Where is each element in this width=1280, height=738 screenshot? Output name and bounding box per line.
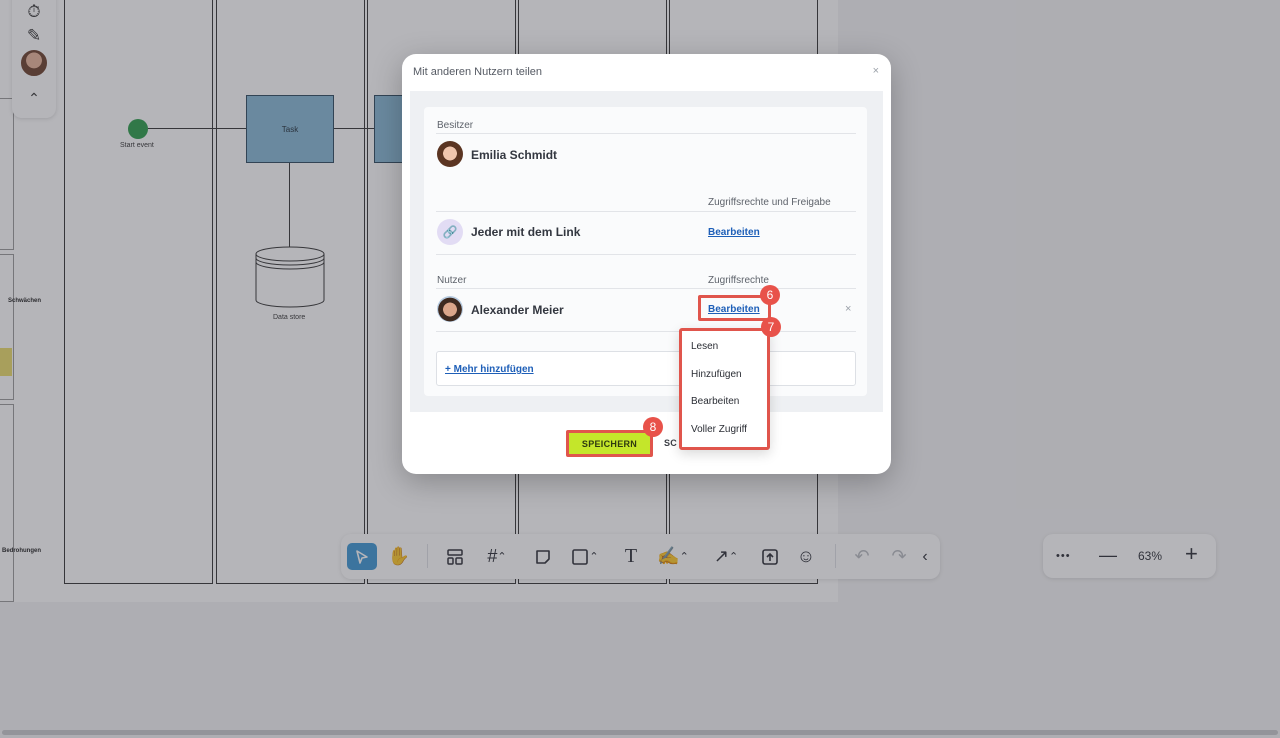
share-card: Besitzer Emilia Schmidt Zugriffsrechte u… bbox=[424, 107, 867, 396]
owner-name: Emilia Schmidt bbox=[471, 148, 558, 162]
share-dialog: Mit anderen Nutzern teilen × Besitzer Em… bbox=[402, 54, 891, 474]
link-access-label: Jeder mit dem Link bbox=[471, 225, 581, 239]
divider bbox=[436, 331, 856, 332]
user-avatar bbox=[437, 296, 463, 322]
access-header: Zugriffsrechte und Freigabe bbox=[708, 197, 831, 208]
add-more-link[interactable]: + Mehr hinzufügen bbox=[445, 364, 534, 375]
close-icon[interactable]: × bbox=[873, 65, 879, 77]
option-add[interactable]: Hinzufügen bbox=[691, 369, 742, 380]
close-button[interactable]: SC bbox=[664, 438, 677, 448]
option-read[interactable]: Lesen bbox=[691, 341, 718, 352]
remove-user-icon[interactable]: × bbox=[845, 303, 851, 315]
link-icon: 🔗 bbox=[437, 219, 463, 245]
dialog-title: Mit anderen Nutzern teilen bbox=[413, 66, 543, 78]
divider bbox=[436, 133, 856, 134]
add-more-field[interactable]: + Mehr hinzufügen bbox=[436, 351, 856, 386]
rights-label: Zugriffsrechte bbox=[708, 275, 769, 286]
divider bbox=[436, 288, 856, 289]
users-label: Nutzer bbox=[437, 275, 467, 286]
option-full-access[interactable]: Voller Zugriff bbox=[691, 424, 747, 435]
owner-avatar bbox=[437, 141, 463, 167]
link-edit-button[interactable]: Bearbeiten bbox=[708, 227, 760, 238]
user-name: Alexander Meier bbox=[471, 303, 564, 317]
step-badge-6: 6 bbox=[760, 285, 780, 305]
divider bbox=[436, 211, 856, 212]
option-edit[interactable]: Bearbeiten bbox=[691, 396, 739, 407]
step-badge-7: 7 bbox=[761, 317, 781, 337]
save-button[interactable]: SPEICHERN bbox=[566, 430, 653, 457]
dialog-body: Besitzer Emilia Schmidt Zugriffsrechte u… bbox=[410, 91, 883, 412]
divider bbox=[436, 254, 856, 255]
owner-label: Besitzer bbox=[437, 120, 474, 131]
permissions-dropdown: Lesen Hinzufügen Bearbeiten Voller Zugri… bbox=[679, 328, 770, 450]
step-badge-8: 8 bbox=[643, 417, 663, 437]
